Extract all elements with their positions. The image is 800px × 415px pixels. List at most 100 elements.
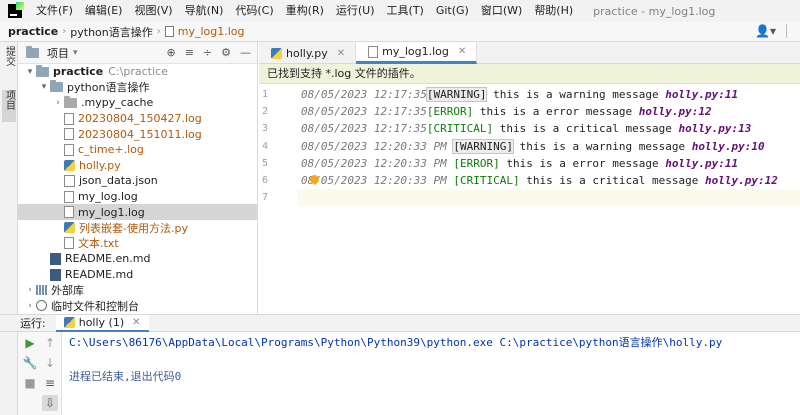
log-line: 08/05/2023 12:20:33 PM [CRITICAL] this i… — [297, 172, 800, 189]
log-ampm: PM — [426, 156, 454, 170]
wrench-icon[interactable]: 🔧 — [22, 355, 38, 371]
project-panel-header: 项目 ▾ ⊕ ≡ ÷ ⚙ — — [18, 42, 257, 64]
tree-item[interactable]: › .mypy_cache — [18, 95, 257, 111]
scroll-to-end-icon[interactable]: ⇩ — [42, 395, 58, 411]
tree-item[interactable]: json_data.json — [18, 173, 257, 189]
chevron-right-icon[interactable]: › — [52, 98, 64, 108]
log-source: holly.py:11 — [665, 156, 739, 170]
menu-code[interactable]: 代码(C) — [229, 0, 279, 22]
project-panel-title[interactable]: 项目 — [47, 45, 69, 61]
tool-tab-commit[interactable]: 提交 — [2, 46, 16, 80]
run-panel-header: 运行: holly (1) ✕ — [0, 314, 800, 332]
tree-item[interactable]: my_log1.log — [18, 204, 257, 220]
line-number: 4 — [262, 140, 269, 152]
line-number: 1 — [262, 89, 269, 100]
menu-refactor[interactable]: 重构(R) — [280, 0, 330, 22]
expand-all-icon[interactable]: ÷ — [203, 46, 212, 59]
breadcrumb-folder[interactable]: python语言操作 — [70, 24, 152, 40]
menu-edit[interactable]: 编辑(E) — [79, 0, 129, 22]
lightbulb-icon[interactable] — [310, 175, 319, 184]
python-file-icon — [63, 316, 75, 328]
log-message: this is a critical message — [519, 173, 706, 187]
tree-item[interactable]: › 外部库 — [18, 282, 257, 298]
tab-my-log1[interactable]: my_log1.log ✕ — [356, 42, 478, 64]
stop-icon[interactable]: ■ — [22, 375, 38, 391]
menu-run[interactable]: 运行(U) — [330, 0, 381, 22]
breadcrumb-project[interactable]: practice — [8, 25, 58, 38]
tree-item[interactable]: › 临时文件和控制台 — [18, 298, 257, 314]
run-tab-holly[interactable]: holly (1) ✕ — [55, 314, 149, 332]
log-ampm: PM — [426, 173, 454, 187]
log-file-icon — [64, 206, 74, 219]
log-line: 08/05/2023 12:17:35[CRITICAL] this is a … — [297, 120, 800, 137]
log-level: [ERROR] — [453, 156, 500, 170]
menu-tools[interactable]: 工具(T) — [381, 0, 430, 22]
tree-item[interactable]: c_time+.log — [18, 142, 257, 158]
user-icon[interactable]: 👤▾ — [755, 24, 776, 38]
log-file-icon — [164, 26, 174, 37]
tree-item-label: my_log.log — [78, 190, 138, 204]
pycharm-logo-icon — [8, 2, 24, 18]
chevron-right-icon[interactable]: › — [24, 285, 36, 295]
menu-git[interactable]: Git(G) — [430, 0, 475, 22]
tree-item-label: .mypy_cache — [81, 96, 154, 110]
rerun-icon[interactable]: ▶ — [22, 335, 38, 351]
line-number: 6 — [262, 174, 269, 186]
log-timestamp: 08/05/2023 12:20:33 — [301, 156, 427, 170]
tree-item[interactable]: ▾ python语言操作 — [18, 80, 257, 96]
log-message: this is a error message — [473, 105, 639, 119]
tool-tab-project[interactable]: 项目 — [2, 90, 16, 122]
tree-item[interactable]: holly.py — [18, 158, 257, 174]
tree-item[interactable]: README.md — [18, 267, 257, 283]
close-icon[interactable]: ✕ — [132, 317, 140, 328]
close-icon[interactable]: ✕ — [337, 48, 345, 59]
tree-item-label: 20230804_150427.log — [78, 112, 202, 126]
run-toolbar: ▶ ↑ 🔧 ↓ ■ ≡ ⇩ — [18, 332, 62, 415]
menu-window[interactable]: 窗口(W) — [475, 0, 528, 22]
run-panel-label: 运行: — [20, 317, 46, 330]
menu-view[interactable]: 视图(V) — [128, 0, 178, 22]
arrow-down-icon[interactable]: ↓ — [42, 355, 58, 371]
menu-help[interactable]: 帮助(H) — [528, 0, 579, 22]
tree-item[interactable]: README.en.md — [18, 251, 257, 267]
chevron-right-icon[interactable]: › — [24, 301, 36, 311]
breadcrumb-file[interactable]: my_log1.log — [178, 25, 245, 38]
tree-item[interactable]: 列表嵌套-使用方法.py — [18, 220, 257, 236]
menu-navigate[interactable]: 导航(N) — [179, 0, 230, 22]
tree-item-label: c_time+.log — [78, 143, 144, 157]
tree-item[interactable]: my_log.log — [18, 189, 257, 205]
project-panel-tools: ⊕ ≡ ÷ ⚙ — — [166, 46, 251, 59]
log-file-icon — [64, 143, 74, 156]
tree-item[interactable]: 20230804_151011.log — [18, 126, 257, 142]
editor-code-area[interactable]: 08/05/2023 12:17:35[WARNING] this is a w… — [297, 86, 800, 314]
markdown-file-icon — [50, 268, 61, 281]
locate-icon[interactable]: ⊕ — [166, 46, 175, 59]
log-level: [CRITICAL] — [426, 122, 494, 136]
tree-item[interactable]: ▾ practice C:\practice — [18, 64, 257, 80]
tab-holly-py[interactable]: holly.py ✕ — [259, 42, 357, 64]
arrow-up-icon[interactable]: ↑ — [42, 335, 58, 351]
run-tab-label: holly (1) — [78, 315, 125, 329]
log-file-icon — [64, 190, 74, 203]
tree-item-label: 临时文件和控制台 — [51, 299, 139, 313]
tree-item[interactable]: 文本.txt — [18, 236, 257, 252]
close-icon[interactable]: ✕ — [458, 46, 466, 57]
minimize-icon[interactable]: — — [240, 46, 251, 59]
tree-item[interactable]: 20230804_150427.log — [18, 111, 257, 127]
markdown-file-icon — [50, 252, 61, 265]
log-ampm: PM — [426, 139, 454, 153]
chevron-down-icon[interactable]: ▾ — [24, 67, 36, 77]
log-source: holly.py:11 — [665, 88, 739, 101]
chevron-down-icon[interactable]: ▾ — [38, 82, 50, 92]
soft-wrap-icon[interactable]: ≡ — [42, 375, 58, 391]
gear-icon[interactable]: ⚙ — [221, 46, 231, 59]
chevron-down-icon[interactable]: ▾ — [73, 48, 78, 58]
menu-file[interactable]: 文件(F) — [30, 0, 79, 22]
menu-bar: 文件(F) 编辑(E) 视图(V) 导航(N) 代码(C) 重构(R) 运行(U… — [0, 0, 800, 22]
run-console[interactable]: C:\Users\86176\AppData\Local\Programs\Py… — [63, 332, 800, 415]
tree-item-label: holly.py — [79, 158, 121, 172]
tree-item-label: 外部库 — [51, 284, 84, 298]
tree-item-label: README.md — [65, 268, 134, 282]
collapse-all-icon[interactable]: ≡ — [185, 46, 194, 59]
